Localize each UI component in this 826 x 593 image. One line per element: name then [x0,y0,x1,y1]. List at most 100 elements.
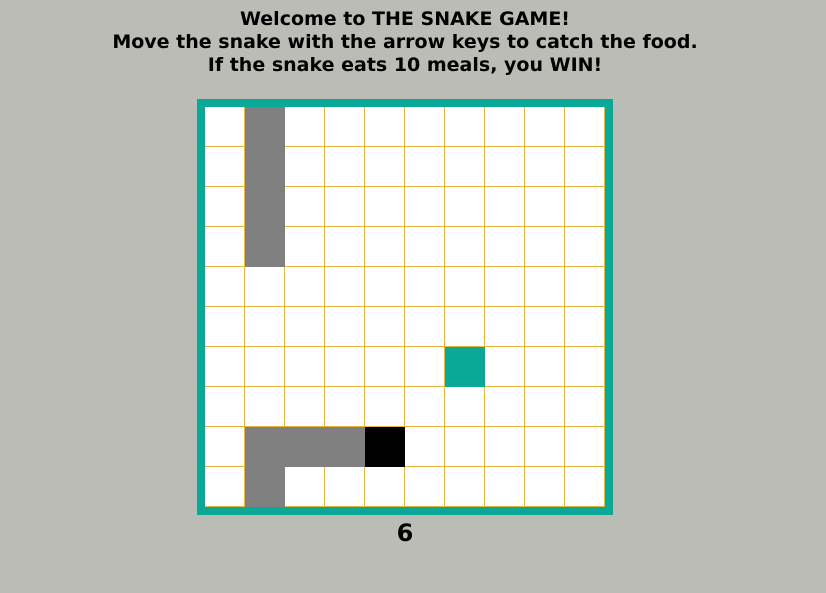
board-cell [565,427,605,467]
board-cell [525,267,565,307]
board-cell [565,347,605,387]
snake-body-segment [325,427,365,467]
board-cell [485,467,525,507]
board-cell [525,187,565,227]
board-cell [245,387,285,427]
board-cell [245,347,285,387]
board-cell [285,387,325,427]
board-cell [445,427,485,467]
board-cell [365,227,405,267]
board-cell [525,427,565,467]
board-cell [565,227,605,267]
board-cell [525,307,565,347]
board-cell [565,387,605,427]
board-cell [405,307,445,347]
board-cell [285,227,325,267]
snake-body-segment [245,107,285,147]
board-cell [325,347,365,387]
board-cell [485,147,525,187]
board-cell [365,467,405,507]
board-cell [525,147,565,187]
board-cell [325,267,365,307]
board-cell [405,187,445,227]
snake-body-segment [245,467,285,507]
board-cell [285,467,325,507]
board-cell [565,147,605,187]
board-cell [325,107,365,147]
board-cell [445,387,485,427]
board-cell [205,187,245,227]
board-cell [565,187,605,227]
board-cell [445,187,485,227]
welcome-line: Welcome to THE SNAKE GAME! [240,8,570,30]
board-cell [485,107,525,147]
board-cell [485,187,525,227]
board-cell [485,227,525,267]
board-cell [405,267,445,307]
board-cell [405,387,445,427]
score-counter: 6 [396,519,414,547]
board-cell [245,267,285,307]
board-cell [405,107,445,147]
board-cell [365,387,405,427]
board-cell [405,147,445,187]
board-cell [365,147,405,187]
board-cell [525,467,565,507]
food-item [445,347,485,387]
board-cell [405,227,445,267]
board-cell [485,267,525,307]
board-cell [485,427,525,467]
board-cell [445,107,485,147]
board-cell [205,347,245,387]
board-grid [205,107,605,507]
board-cell [405,427,445,467]
board-cell [325,307,365,347]
board-cell [405,467,445,507]
board-cell [365,267,405,307]
board-cell [525,347,565,387]
board-cell [485,347,525,387]
board-cell [205,307,245,347]
controls-line: Move the snake with the arrow keys to ca… [112,31,698,53]
board-cell [205,227,245,267]
board-cell [525,107,565,147]
board-cell [325,227,365,267]
board-cell [365,307,405,347]
snake-head [365,427,405,467]
board-cell [285,187,325,227]
board-cell [565,107,605,147]
board-cell [285,307,325,347]
board-cell [205,147,245,187]
board-cell [445,467,485,507]
board-cell [445,267,485,307]
board-cell [205,267,245,307]
snake-body-segment [245,147,285,187]
snake-body-segment [245,427,285,467]
win-condition-line: If the snake eats 10 meals, you WIN! [207,54,603,76]
board-cell [285,107,325,147]
board-cell [325,387,365,427]
board-cell [205,467,245,507]
game-board[interactable] [197,99,613,515]
snake-body-segment [285,427,325,467]
board-cell [525,387,565,427]
board-cell [285,267,325,307]
board-cell [445,147,485,187]
board-cell [285,347,325,387]
board-cell [445,307,485,347]
board-cell [565,467,605,507]
board-cell [485,387,525,427]
board-cell [445,227,485,267]
instructions: Welcome to THE SNAKE GAME! Move the snak… [0,8,810,77]
board-cell [365,347,405,387]
board-cell [365,107,405,147]
board-cell [205,107,245,147]
board-cell [245,307,285,347]
board-cell [325,187,365,227]
board-cell [205,427,245,467]
board-cell [565,307,605,347]
board-cell [485,307,525,347]
board-cell [365,187,405,227]
board-cell [205,387,245,427]
board-cell [525,227,565,267]
